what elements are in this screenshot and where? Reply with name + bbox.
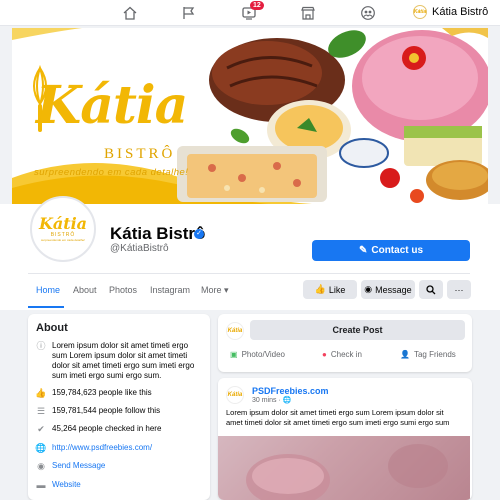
about-description: Lorem ipsum dolor sit amet timeti ergo s… (52, 341, 195, 380)
cover-tagline: surpreendendo em cada detalhe! (34, 167, 189, 178)
create-post-card: Kátia Create Post ▣ Photo/Video ● Check … (218, 314, 472, 372)
page-avatar-tagline: surpreendendo em cada detalhe! (40, 238, 86, 242)
marketplace-icon[interactable] (299, 4, 317, 22)
globe-icon: 🌐 (282, 397, 292, 404)
search-button[interactable] (419, 280, 443, 299)
follows-count: 159,781,544 people follow this (52, 406, 161, 415)
photo-icon: ▣ (230, 350, 238, 359)
cover-logo-title: Kátia (36, 75, 188, 136)
website-url-row[interactable]: 🌐 http://www.psdfreebies.com/ (35, 443, 152, 453)
post-text: Lorem ipsum dolor sit amet timeti ergo s… (226, 408, 450, 427)
pencil-icon: ✎ (358, 245, 368, 256)
message-label: Message (375, 284, 412, 295)
home-icon[interactable] (121, 4, 139, 22)
photo-video-label: Photo/Video (241, 350, 286, 359)
check-in-button[interactable]: ● Check in (322, 350, 362, 359)
website-icon: ▬ (36, 480, 46, 490)
page-avatar-logo: Kátia (38, 214, 88, 233)
verified-icon: ✓ (194, 229, 204, 239)
location-pin-icon: ● (322, 350, 327, 359)
like-button[interactable]: 👍 Like (303, 280, 357, 299)
groups-icon[interactable] (359, 4, 377, 22)
cover-photo[interactable]: Kátia BISTRÔ surpreendendo em cada detal… (12, 28, 488, 204)
messenger-icon: ◉ (37, 461, 45, 471)
about-description-row: ⓘ Lorem ipsum dolor sit amet timeti ergo… (36, 341, 204, 381)
caret-down-icon: ▾ (224, 285, 229, 295)
website-url[interactable]: http://www.psdfreebies.com/ (52, 443, 152, 453)
top-navigation-bar: 12 Kátia Kátia Bistrô (0, 0, 500, 26)
tab-about[interactable]: About (73, 285, 97, 295)
tab-more-label: More (201, 285, 222, 295)
messenger-icon: ◉ (364, 284, 373, 294)
cover-logo-subtitle: BISTRÔ (104, 146, 176, 162)
website-link[interactable]: Website (52, 480, 81, 490)
more-options-button[interactable]: ··· (447, 280, 471, 299)
photo-video-button[interactable]: ▣ Photo/Video (230, 350, 285, 359)
header-divider (28, 273, 470, 274)
video-notification-badge: 12 (250, 1, 264, 10)
send-message-row[interactable]: ◉ Send Message (36, 461, 105, 471)
page-title: Kátia Bistrô (110, 224, 206, 243)
followers-icon: ☰ (36, 406, 46, 416)
tag-friends-label: Tag Friends (413, 350, 456, 359)
contact-us-label: Contact us (371, 245, 424, 256)
active-tab-indicator (28, 306, 64, 308)
thumbs-up-icon: 👍 (314, 284, 326, 294)
page-profile-picture[interactable]: Kátia BISTRÔ surpreendendo em cada detal… (30, 196, 96, 262)
tag-friends-button[interactable]: 👤 Tag Friends (400, 350, 456, 359)
about-heading: About (36, 322, 68, 334)
checkin-icon: ✔ (37, 424, 45, 434)
tab-home[interactable]: Home (36, 285, 60, 295)
search-icon (426, 284, 436, 294)
post-author-avatar[interactable]: Kátia (226, 386, 244, 404)
tab-instagram[interactable]: Instagram (150, 285, 190, 295)
check-in-label: Check in (330, 350, 362, 359)
post-image[interactable] (218, 436, 470, 500)
post-author[interactable]: PSDFreebies.com (252, 386, 329, 396)
info-icon: ⓘ (36, 341, 46, 351)
website-row[interactable]: ▬ Website (36, 480, 81, 490)
page-header: Kátia BISTRÔ surpreendendo em cada detal… (0, 196, 500, 310)
contact-us-button[interactable]: ✎ Contact us (312, 240, 470, 261)
checkins-count: 45,264 people checked in here (52, 424, 162, 433)
tab-photos[interactable]: Photos (109, 285, 137, 295)
macaron-photo (246, 444, 448, 500)
thumbs-up-icon: 👍 (35, 388, 47, 398)
profile-shortcut[interactable]: Kátia Kátia Bistrô (413, 5, 488, 19)
message-button[interactable]: ◉ Message (361, 280, 415, 299)
post-timestamp[interactable]: 30 mins · 🌐 (252, 396, 291, 404)
video-icon[interactable]: 12 (240, 1, 264, 22)
checkins-row: ✔ 45,264 people checked in here (36, 424, 161, 434)
page-handle: @KátiaBistrô (110, 243, 169, 254)
follows-row: ☰ 159,781,544 people follow this (36, 406, 160, 416)
tab-more[interactable]: More ▾ (201, 285, 229, 296)
send-message-link[interactable]: Send Message (52, 461, 105, 471)
profile-avatar: Kátia (413, 5, 427, 19)
post-card: Kátia PSDFreebies.com 30 mins · 🌐 Lorem … (218, 378, 472, 500)
globe-icon: 🌐 (35, 443, 47, 453)
about-card: About ⓘ Lorem ipsum dolor sit amet timet… (28, 314, 210, 500)
like-label: Like (328, 284, 346, 295)
create-post-button[interactable]: Create Post (250, 320, 465, 340)
likes-row: 👍 159,784,623 people like this (35, 388, 152, 398)
create-post-avatar: Kátia (226, 322, 244, 340)
post-time-label: 30 mins (252, 397, 277, 404)
likes-count: 159,784,623 people like this (52, 388, 152, 397)
profile-name: Kátia Bistrô (432, 6, 489, 18)
tag-friends-icon: 👤 (400, 350, 410, 359)
flag-icon[interactable] (180, 4, 198, 22)
ellipsis-icon: ··· (454, 284, 464, 295)
